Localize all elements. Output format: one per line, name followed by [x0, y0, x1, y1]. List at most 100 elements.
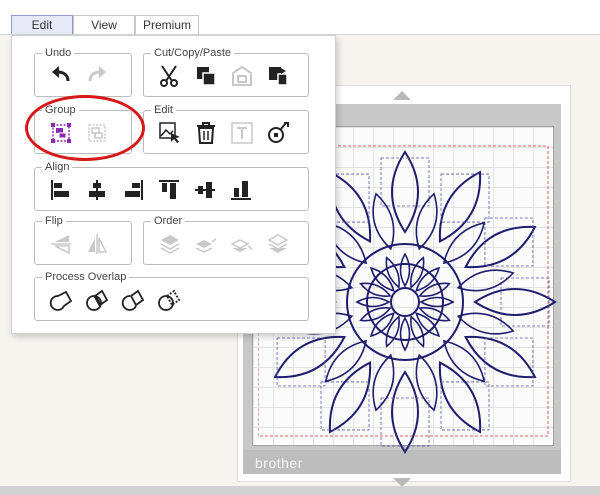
- bring-forward-button[interactable]: [194, 232, 218, 256]
- mandala-petal: [438, 170, 482, 243]
- text-button[interactable]: [230, 121, 254, 145]
- send-to-back-button[interactable]: [266, 232, 290, 256]
- mandala-petal: [438, 361, 482, 434]
- mandala-petal: [328, 361, 372, 434]
- mandala-petal: [372, 192, 395, 251]
- mandala-petal: [419, 296, 455, 308]
- flip-vertical-button[interactable]: [49, 232, 73, 256]
- flip-group-label: Flip: [42, 214, 66, 228]
- mandala-petal: [464, 335, 537, 379]
- weld-button[interactable]: [49, 288, 73, 312]
- mandala-petal: [410, 256, 425, 289]
- mandala-center: [390, 287, 420, 317]
- paste-button[interactable]: [230, 64, 254, 88]
- mandala-petal: [464, 225, 537, 269]
- mandala-petal: [418, 307, 451, 322]
- send-to-back-icon: [267, 234, 289, 253]
- tab-edit[interactable]: Edit: [11, 15, 73, 34]
- cut-button[interactable]: [158, 64, 182, 88]
- process-overlap-label: Process Overlap: [42, 270, 130, 284]
- exclude-icon: [158, 289, 181, 311]
- petal-bounding-box: [380, 157, 430, 207]
- mandala-petal: [456, 269, 515, 292]
- order-group-label: Order: [151, 214, 186, 228]
- text-icon: [231, 122, 253, 144]
- scroll-up-icon[interactable]: [393, 91, 411, 100]
- align-middle-button[interactable]: [193, 178, 217, 202]
- flip-vertical-icon: [51, 235, 71, 255]
- paste-in-place-icon: [269, 67, 288, 86]
- node-edit-icon: [268, 122, 289, 143]
- exclude-button[interactable]: [157, 288, 181, 312]
- align-center-icon: [89, 180, 105, 200]
- copy-icon: [197, 67, 216, 86]
- scissors-icon: [160, 65, 178, 87]
- weld-icon: [49, 290, 73, 311]
- undo-group-label: Undo: [42, 46, 75, 60]
- align-right-icon: [125, 180, 143, 200]
- order-group: Order: [143, 214, 309, 265]
- process-overlap-group: Process Overlap: [34, 270, 309, 321]
- bring-to-front-icon: [160, 235, 180, 254]
- subtract-button[interactable]: [121, 288, 145, 312]
- align-left-button[interactable]: [49, 178, 73, 202]
- mandala-ring: [346, 243, 464, 361]
- flip-horizontal-button[interactable]: [85, 232, 109, 256]
- send-backward-icon: [230, 239, 253, 252]
- intersect-icon: [86, 289, 109, 311]
- align-left-icon: [51, 180, 69, 200]
- edit-panel: Undo Cut/Copy/Paste Group Edit Align Fli…: [11, 35, 336, 334]
- align-bottom-button[interactable]: [229, 178, 253, 202]
- petal-bounding-box: [380, 397, 430, 447]
- delete-button[interactable]: [194, 121, 218, 145]
- mandala-petal: [442, 339, 486, 383]
- intersect-button[interactable]: [85, 288, 109, 312]
- mandala-petal: [372, 353, 395, 412]
- mandala-petal: [399, 316, 411, 352]
- mandala-petal: [385, 315, 400, 348]
- copy-button[interactable]: [194, 64, 218, 88]
- undo-icon: [52, 66, 70, 82]
- mandala-petal: [359, 307, 392, 322]
- tab-premium[interactable]: Premium: [135, 15, 199, 34]
- node-edit-button[interactable]: [266, 121, 290, 145]
- paste-icon: [232, 65, 252, 86]
- tab-view[interactable]: View: [73, 15, 135, 34]
- undo-button[interactable]: [49, 64, 73, 88]
- mandala-petal: [399, 252, 411, 288]
- align-top-button[interactable]: [157, 178, 181, 202]
- mandala-ring-inner: [366, 263, 444, 341]
- mandala-petal: [385, 256, 400, 289]
- flip-horizontal-icon: [88, 234, 108, 254]
- undo-group: Undo: [34, 46, 132, 97]
- flip-group: Flip: [34, 214, 132, 265]
- mandala-petal: [456, 312, 515, 335]
- align-right-button[interactable]: [121, 178, 145, 202]
- trash-icon: [197, 122, 215, 144]
- mandala-petal: [273, 335, 346, 379]
- align-group-label: Align: [42, 160, 73, 174]
- mandala-petal: [359, 282, 392, 297]
- send-backward-button[interactable]: [230, 232, 254, 256]
- mandala-petal: [410, 315, 425, 348]
- align-center-button[interactable]: [85, 178, 109, 202]
- highlight-annotation: [25, 95, 145, 161]
- edit-group-label: Edit: [151, 103, 176, 117]
- image-edit-button[interactable]: [158, 121, 182, 145]
- mandala-petal: [473, 288, 557, 316]
- mandala-petal: [418, 282, 451, 297]
- paste-in-place-button[interactable]: [266, 64, 290, 88]
- mandala-petal: [324, 339, 368, 383]
- menu-bar: Edit View Premium: [0, 0, 600, 35]
- bring-forward-icon: [195, 238, 217, 253]
- edit-group: Edit: [143, 103, 309, 154]
- mandala-petal: [355, 296, 391, 308]
- align-middle-icon: [195, 182, 215, 198]
- redo-button[interactable]: [85, 64, 109, 88]
- bring-to-front-button[interactable]: [158, 232, 182, 256]
- align-group: Align: [34, 160, 309, 211]
- align-bottom-icon: [231, 181, 251, 200]
- redo-icon: [88, 66, 106, 82]
- mandala-petal: [391, 370, 419, 454]
- mandala-petal: [415, 353, 438, 412]
